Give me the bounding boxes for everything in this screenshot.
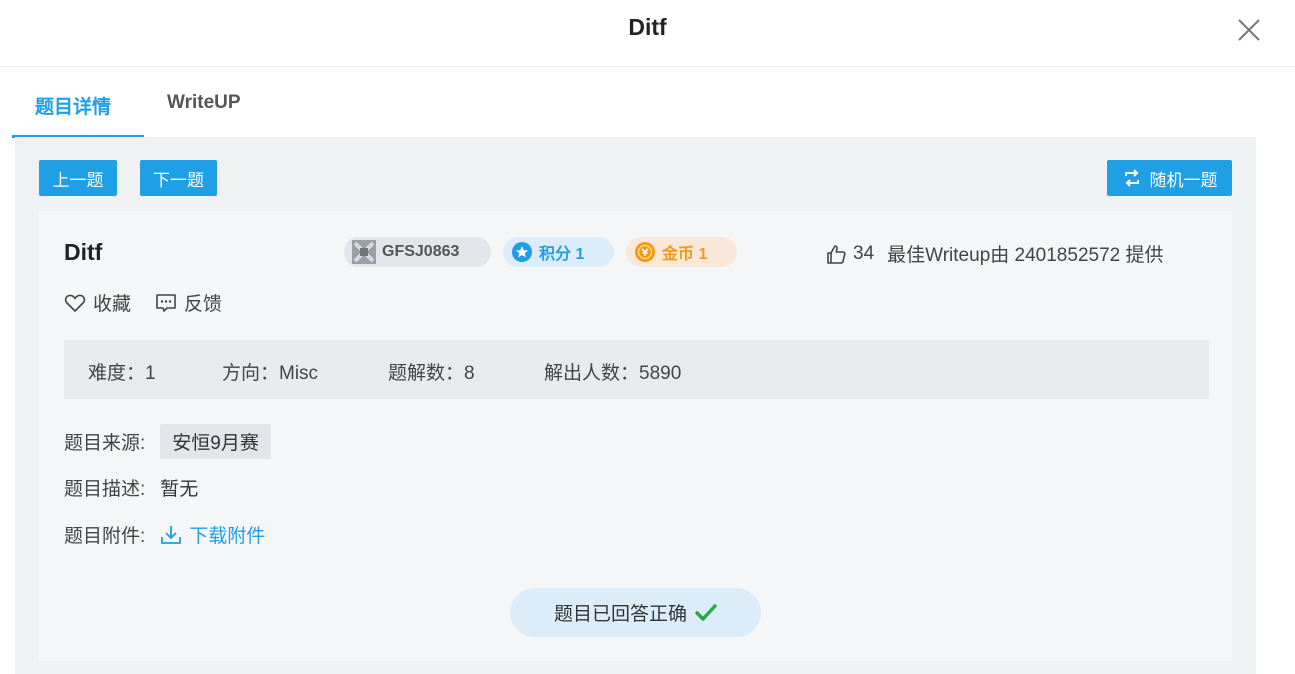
score-label: 积分 1 <box>539 246 585 263</box>
source-label: 题目来源: <box>64 433 146 454</box>
solver-count-stat: 解出人数：5890 <box>544 363 682 384</box>
score-star-icon <box>511 241 533 263</box>
description-row: 题目描述: 暂无 <box>64 474 198 501</box>
heart-icon <box>64 294 86 312</box>
writeup-count-stat: 题解数：8 <box>388 363 475 384</box>
stats-bar: 难度：1 方向：Misc 题解数：8 解出人数：5890 <box>64 340 1209 399</box>
author-avatar <box>352 240 376 264</box>
attachment-label: 题目附件: <box>64 526 146 547</box>
solved-status-text: 题目已回答正确 <box>553 604 687 625</box>
author-badge[interactable]: GFSJ0863 <box>344 237 491 267</box>
checkmark-icon <box>695 603 717 621</box>
best-writeup-credit: 最佳Writeup由 2401852572 提供 <box>887 245 1164 266</box>
coin-badge: 金币 1 <box>626 237 737 267</box>
favorite-label: 收藏 <box>93 294 132 315</box>
tab-writeup[interactable]: WriteUP <box>167 92 241 114</box>
solved-status-badge: 题目已回答正确 <box>510 588 761 637</box>
detail-panel: 上一题 下一题 随机一题 Ditf GFSJ0863 积分 1 金币 1 34 … <box>15 137 1256 674</box>
description-label: 题目描述: <box>64 479 146 500</box>
comment-icon <box>156 293 176 312</box>
attachment-row: 题目附件: 下载附件 <box>64 521 265 548</box>
dialog-header: Ditf <box>0 0 1295 67</box>
feedback-button[interactable]: 反馈 <box>155 289 222 316</box>
close-icon[interactable] <box>1234 15 1264 45</box>
like-count: 34 <box>853 242 875 264</box>
thumbs-up-icon[interactable] <box>825 243 847 265</box>
difficulty-stat: 难度：1 <box>88 363 156 384</box>
download-icon <box>161 525 182 544</box>
download-label: 下载附件 <box>189 526 266 547</box>
likes-info: 34 最佳Writeup由 2401852572 提供 <box>825 240 1164 267</box>
next-challenge-button[interactable]: 下一题 <box>140 160 217 196</box>
feedback-label: 反馈 <box>184 294 223 315</box>
coin-label: 金币 1 <box>662 246 708 263</box>
direction-stat: 方向：Misc <box>222 363 319 384</box>
tab-details[interactable]: 题目详情 <box>35 92 111 119</box>
score-badge: 积分 1 <box>503 237 614 267</box>
source-tag: 安恒9月赛 <box>160 424 271 459</box>
dialog-title: Ditf <box>628 14 667 40</box>
challenge-card: Ditf GFSJ0863 积分 1 金币 1 34 最佳Writeup由 24… <box>39 211 1232 661</box>
coin-icon <box>634 241 656 263</box>
challenge-actions: 收藏 反馈 <box>64 289 246 316</box>
source-row: 题目来源: 安恒9月赛 <box>64 424 271 459</box>
prev-challenge-button[interactable]: 上一题 <box>39 160 117 196</box>
shuffle-icon <box>1124 169 1139 187</box>
challenge-title: Ditf <box>64 239 103 265</box>
author-name: GFSJ0863 <box>382 243 460 260</box>
download-attachment-link[interactable]: 下载附件 <box>159 521 265 548</box>
random-challenge-label: 随机一题 <box>1149 170 1218 190</box>
random-challenge-button[interactable]: 随机一题 <box>1107 160 1232 196</box>
description-value: 暂无 <box>160 479 199 500</box>
favorite-button[interactable]: 收藏 <box>64 289 131 316</box>
